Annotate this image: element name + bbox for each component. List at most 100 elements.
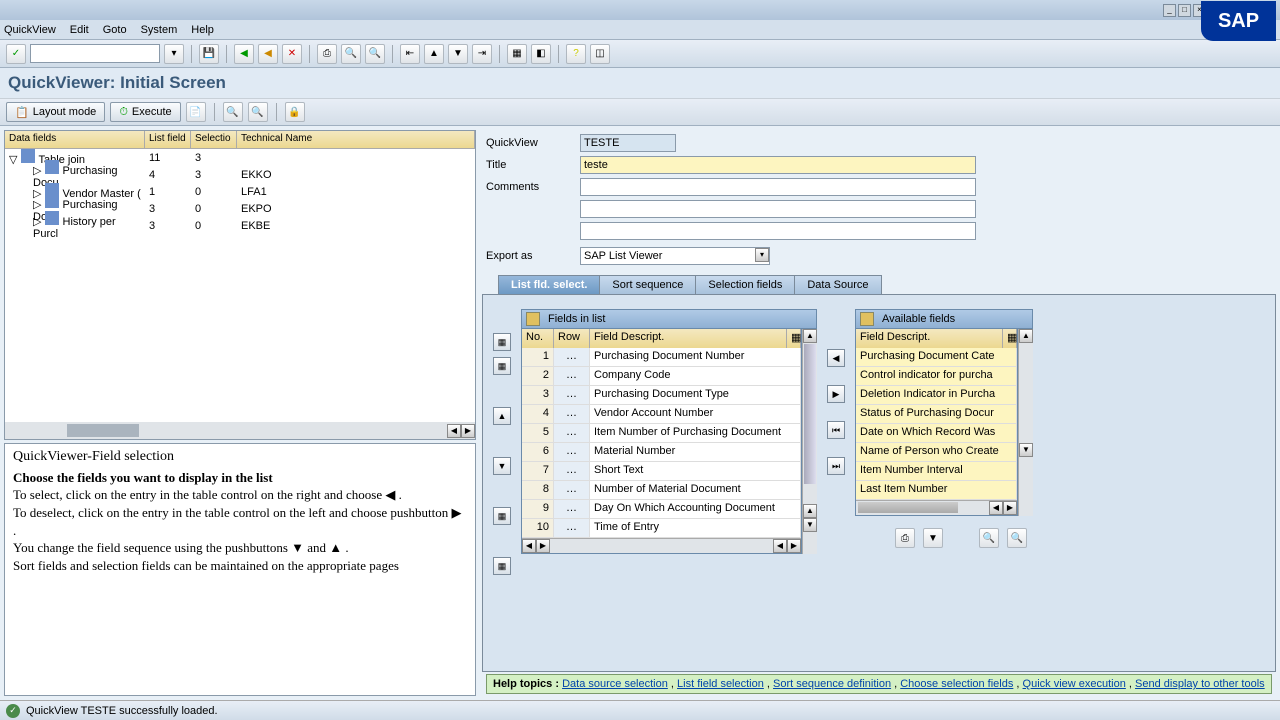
deselect-all-icon[interactable]: ▦ [493,357,511,375]
application-toolbar: 📋Layout mode ⏱Execute 📄 🔍 🔍 🔒 [0,98,1280,126]
move-all-right-icon[interactable]: ⏭ [827,457,845,475]
back-icon[interactable]: ◀ [234,44,254,64]
export-icon[interactable]: ▼ [923,528,943,548]
title-label: Title [486,159,580,171]
find-icon[interactable]: 🔍 [341,44,361,64]
scroll-right-icon[interactable]: ▶ [787,539,801,553]
exit-icon[interactable]: ◀ [258,44,278,64]
scroll-right-icon[interactable]: ▶ [461,424,475,438]
menu-quickview[interactable]: QuickView [4,24,56,36]
menu-system[interactable]: System [141,24,178,36]
scroll-left-icon[interactable]: ◀ [447,424,461,438]
table-row[interactable]: Status of Purchasing Docur [856,405,1017,424]
help-link[interactable]: Quick view execution [1023,678,1126,690]
vertical-scrollbar[interactable]: ▲ ▲ ▼ [802,329,817,554]
delete-row-icon[interactable]: ▦ [493,557,511,575]
config-icon[interactable]: ▦ [1003,329,1017,348]
table-row[interactable]: Purchasing Document Cate [856,348,1017,367]
tab-sort-sequence[interactable]: Sort sequence [599,275,696,294]
move-up-icon[interactable]: ▲ [493,407,511,425]
table-row[interactable]: 8…Number of Material Document [522,481,801,500]
menu-goto[interactable]: Goto [103,24,127,36]
table-row[interactable]: 7…Short Text [522,462,801,481]
table-row[interactable]: 6…Material Number [522,443,801,462]
select-all-icon[interactable]: ▦ [493,333,511,351]
shortcut-icon[interactable]: ◧ [531,44,551,64]
find-button[interactable]: 🔍 [223,102,243,122]
last-page-icon[interactable]: ⇥ [472,44,492,64]
title-field[interactable] [580,156,976,174]
command-field[interactable] [30,44,160,63]
table-row[interactable]: Name of Person who Create [856,443,1017,462]
status-bar: ✓ QuickView TESTE successfully loaded. [0,700,1280,720]
menu-help[interactable]: Help [191,24,214,36]
tree-row[interactable]: ▷ History per Purcl30EKBE [5,217,475,234]
fields-in-list-header: Fields in list [521,309,817,329]
restore-icon[interactable]: □ [1178,4,1191,17]
cancel-icon[interactable]: ✕ [282,44,302,64]
print-icon[interactable]: ⎙ [317,44,337,64]
data-fields-tree[interactable]: Data fields List field Selectio Technica… [4,130,476,440]
display-button[interactable]: 📄 [186,102,206,122]
ok-icon[interactable]: ✓ [6,44,26,64]
insert-row-icon[interactable]: ▦ [493,507,511,525]
config-icon[interactable]: ▦ [787,329,801,348]
find-next-icon[interactable]: 🔍 [1007,528,1027,548]
table-row[interactable]: Last Item Number [856,481,1017,500]
table-row[interactable]: 3…Purchasing Document Type [522,386,801,405]
execute-button[interactable]: ⏱Execute [110,102,180,122]
scroll-left-icon[interactable]: ◀ [989,501,1003,515]
table-row[interactable]: 5…Item Number of Purchasing Document [522,424,801,443]
table-row[interactable]: 4…Vendor Account Number [522,405,801,424]
first-page-icon[interactable]: ⇤ [400,44,420,64]
help-link[interactable]: Sort sequence definition [773,678,891,690]
print-icon[interactable]: ⎙ [895,528,915,548]
next-page-icon[interactable]: ▼ [448,44,468,64]
scroll-left-icon[interactable]: ◀ [522,539,536,553]
new-session-icon[interactable]: ▦ [507,44,527,64]
tab-list-fld-select[interactable]: List fld. select. [498,275,600,294]
move-down-icon[interactable]: ▼ [493,457,511,475]
comments-field-2[interactable] [580,200,976,218]
dropdown-icon[interactable]: ▾ [755,248,769,262]
minimize-icon[interactable]: _ [1163,4,1176,17]
col-technical-name: Technical Name [237,131,475,148]
export-as-field[interactable] [580,247,770,265]
vertical-scrollbar[interactable]: ▲ ▼ [1018,329,1033,516]
comments-field-1[interactable] [580,178,976,196]
help-link[interactable]: List field selection [677,678,764,690]
help-icon[interactable]: ? [566,44,586,64]
table-row[interactable]: Item Number Interval [856,462,1017,481]
scroll-right-icon[interactable]: ▶ [1003,501,1017,515]
prev-page-icon[interactable]: ▲ [424,44,444,64]
layout-icon[interactable]: ◫ [590,44,610,64]
dropdown-icon[interactable]: ▾ [164,44,184,64]
find-icon[interactable]: 🔍 [979,528,999,548]
help-link[interactable]: Data source selection [562,678,668,690]
comments-field-3[interactable] [580,222,976,240]
table-row[interactable]: 10…Time of Entry [522,519,801,538]
help-link[interactable]: Send display to other tools [1135,678,1265,690]
table-row[interactable]: 2…Company Code [522,367,801,386]
table-row[interactable]: Control indicator for purcha [856,367,1017,386]
move-right-icon[interactable]: ▶ [827,385,845,403]
lock-button[interactable]: 🔒 [285,102,305,122]
menu-edit[interactable]: Edit [70,24,89,36]
tab-data-source[interactable]: Data Source [794,275,881,294]
layout-mode-button[interactable]: 📋Layout mode [6,102,105,122]
scroll-left-icon[interactable]: ◀ [773,539,787,553]
table-row[interactable]: 9…Day On Which Accounting Document [522,500,801,519]
table-row[interactable]: Date on Which Record Was [856,424,1017,443]
find-next-icon[interactable]: 🔍 [365,44,385,64]
tree-row[interactable]: ▷ Purchasing Docu43EKKO [5,166,475,183]
help-topics-bar: Help topics : Data source selection , Li… [486,674,1272,694]
help-link[interactable]: Choose selection fields [900,678,1013,690]
scroll-right-icon[interactable]: ▶ [536,539,550,553]
table-row[interactable]: 1…Purchasing Document Number [522,348,801,367]
find-next-button[interactable]: 🔍 [248,102,268,122]
move-all-left-icon[interactable]: ⏮ [827,421,845,439]
tab-selection-fields[interactable]: Selection fields [695,275,795,294]
move-left-icon[interactable]: ◀ [827,349,845,367]
save-icon[interactable]: 💾 [199,44,219,64]
table-row[interactable]: Deletion Indicator in Purcha [856,386,1017,405]
